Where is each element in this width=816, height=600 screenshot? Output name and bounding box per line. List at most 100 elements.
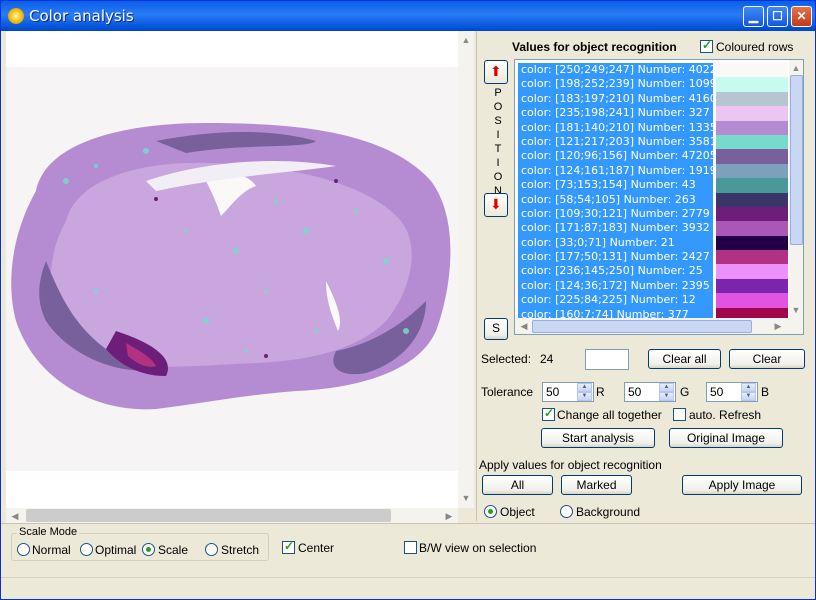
list-item[interactable]: color: [183;197;210] Number: 41605 <box>518 91 713 107</box>
position-label: POSITION <box>491 86 505 198</box>
list-scroll-left-icon[interactable]: ◀ <box>517 319 531 333</box>
start-analysis-button[interactable]: Start analysis <box>541 428 655 448</box>
tolerance-r-input[interactable]: 50 ▲ ▼ <box>542 382 594 402</box>
normal-radio[interactable] <box>17 543 30 556</box>
close-button[interactable]: ✕ <box>791 6 812 27</box>
maximize-button[interactable]: ☐ <box>767 6 788 27</box>
tolerance-g-value: 50 <box>628 385 642 399</box>
list-scroll-right-icon[interactable]: ▶ <box>771 319 785 333</box>
list-scroll-down-icon[interactable]: ▼ <box>789 303 803 317</box>
optimal-radio[interactable] <box>80 543 93 556</box>
spin-down-icon[interactable]: ▼ <box>577 392 592 401</box>
list-scroll-up-icon[interactable]: ▲ <box>789 61 803 75</box>
coloured-rows-label: Coloured rows <box>716 40 794 54</box>
bw-view-checkbox[interactable] <box>404 541 417 554</box>
panel-header: Values for object recognition <box>512 40 677 54</box>
clear-button[interactable]: Clear <box>729 349 805 369</box>
list-hscroll-thumb[interactable] <box>532 320 752 333</box>
minimize-icon: ▁ <box>748 9 759 23</box>
list-item[interactable]: color: [121;217;203] Number: 3581 <box>518 134 713 150</box>
image-horizontal-scrollbar[interactable]: ◀ ▶ <box>6 508 458 524</box>
spin-down-icon[interactable]: ▼ <box>659 392 674 401</box>
scale-radio[interactable] <box>142 543 155 556</box>
center-checkbox[interactable] <box>282 539 295 554</box>
coloured-rows-checkbox[interactable] <box>700 38 713 53</box>
all-button[interactable]: All <box>482 475 553 495</box>
apply-image-button[interactable]: Apply Image <box>682 475 802 495</box>
bottom-options: Scale Mode Normal Optimal Scale Stretch … <box>1 523 815 577</box>
position-letter: P <box>494 87 502 99</box>
center-label: Center <box>298 541 335 555</box>
marked-button[interactable]: Marked <box>561 475 632 495</box>
stretch-label: Stretch <box>221 543 260 557</box>
color-swatch <box>716 106 788 121</box>
stretch-radio[interactable] <box>205 543 218 556</box>
list-item[interactable]: color: [236;145;250] Number: 25 <box>518 264 713 279</box>
spin-up-icon[interactable]: ▲ <box>741 383 756 392</box>
color-swatch <box>716 120 788 135</box>
scroll-up-icon[interactable]: ▲ <box>459 33 473 47</box>
list-item[interactable]: color: [198;252;239] Number: 10992 <box>518 77 713 92</box>
minimize-button[interactable]: ▁ <box>743 6 764 27</box>
image-scroll-thumb[interactable] <box>26 509 391 522</box>
tolerance-b-input[interactable]: 50 ▲ ▼ <box>706 382 758 402</box>
list-item[interactable]: color: [177;50;131] Number: 2427 <box>518 250 713 265</box>
color-swatch <box>716 278 788 294</box>
scroll-right-icon[interactable]: ▶ <box>442 509 456 523</box>
b-label: B <box>761 385 770 399</box>
selected-color-preview <box>585 349 629 370</box>
original-image-button[interactable]: Original Image <box>669 428 783 448</box>
list-item[interactable]: color: [235;198;241] Number: 327 <box>518 106 713 121</box>
list-vertical-scrollbar[interactable]: ▲ ▼ <box>789 60 803 318</box>
scale-label: Scale <box>158 543 189 557</box>
clear-all-button[interactable]: Clear all <box>648 349 721 369</box>
position-up-button[interactable]: ⬆ <box>484 60 508 84</box>
color-swatch <box>716 91 788 107</box>
list-item[interactable]: color: [250;249;247] Number: 402245 <box>518 63 713 78</box>
scroll-down-icon[interactable]: ▼ <box>459 491 473 505</box>
color-swatch <box>716 293 788 308</box>
status-bar <box>1 577 815 599</box>
position-down-button[interactable]: ⬇ <box>484 193 508 217</box>
background-radio[interactable] <box>560 505 573 518</box>
position-letter: O <box>493 171 503 183</box>
title-bar[interactable]: Color analysis ▁ ☐ ✕ <box>1 1 815 31</box>
object-label: Object <box>500 505 535 519</box>
list-item[interactable]: color: [109;30;121] Number: 2779 <box>518 206 713 222</box>
g-label: G <box>680 385 690 399</box>
spin-up-icon[interactable]: ▲ <box>659 383 674 392</box>
scroll-left-icon[interactable]: ◀ <box>8 509 22 523</box>
object-radio[interactable] <box>484 505 497 518</box>
list-item[interactable]: color: [124;161;187] Number: 1919 <box>518 163 713 179</box>
image-vertical-scrollbar[interactable]: ▲ ▼ <box>458 31 474 508</box>
color-swatch <box>716 149 788 164</box>
list-item[interactable]: color: [225;84;225] Number: 12 <box>518 293 713 308</box>
list-item[interactable]: color: [181;140;210] Number: 133533 <box>518 120 713 135</box>
color-rows: color: [250;249;247] Number: 402245 color… <box>518 63 713 334</box>
window-title: Color analysis <box>29 7 134 25</box>
color-swatch <box>716 235 788 251</box>
list-horizontal-scrollbar[interactable]: ◀ ▶ <box>515 318 803 334</box>
list-item[interactable]: color: [58;54;105] Number: 263 <box>518 192 713 207</box>
list-item[interactable]: color: [124;36;172] Number: 2395 <box>518 278 713 294</box>
maximize-icon: ☐ <box>772 9 783 23</box>
s-button[interactable]: S <box>484 318 508 340</box>
color-values-list[interactable]: color: [250;249;247] Number: 402245 color… <box>514 59 804 335</box>
tolerance-g-input[interactable]: 50 ▲ ▼ <box>624 382 676 402</box>
list-scroll-thumb[interactable] <box>790 75 803 245</box>
spin-down-icon[interactable]: ▼ <box>741 392 756 401</box>
list-item[interactable]: color: [120;96;156] Number: 47205 <box>518 149 713 164</box>
list-item[interactable]: color: [73;153;154] Number: 43 <box>518 178 713 193</box>
color-swatch <box>716 163 788 179</box>
list-item[interactable]: color: [33;0;71] Number: 21 <box>518 235 713 251</box>
normal-label: Normal <box>32 543 71 557</box>
color-swatch <box>716 206 788 222</box>
spin-up-icon[interactable]: ▲ <box>577 383 592 392</box>
list-item[interactable]: color: [171;87;183] Number: 3932 <box>518 221 713 236</box>
auto-refresh-checkbox[interactable] <box>673 408 686 421</box>
recognition-panel: Values for object recognition Coloured r… <box>476 31 814 521</box>
image-view[interactable] <box>6 31 461 508</box>
change-all-together-checkbox[interactable] <box>542 406 555 421</box>
r-label: R <box>596 385 605 399</box>
tolerance-b-value: 50 <box>710 385 724 399</box>
